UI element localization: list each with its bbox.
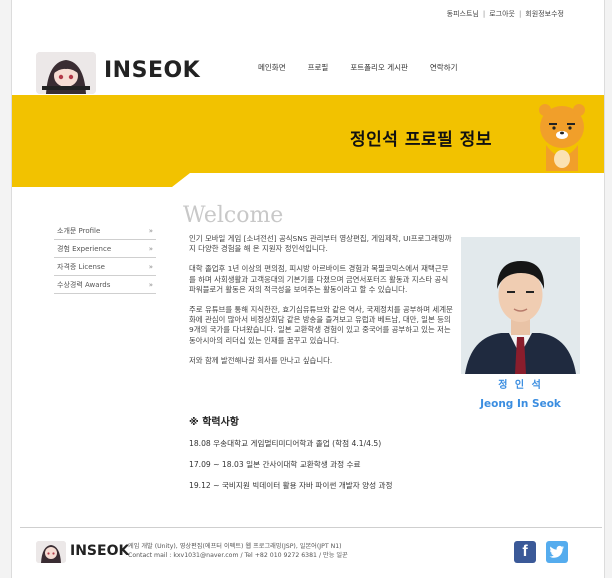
nav-item-home[interactable]: 메인화면 <box>258 62 286 73</box>
profile-photo <box>461 237 580 374</box>
sidebar-item-label: 수상경력 Awards <box>57 280 111 289</box>
intro-paragraph: 대학 졸업후 1년 이상의 편의점, 피시방 아르바이트 경험과 복필코믹스에서… <box>189 264 449 294</box>
logo-avatar[interactable] <box>36 52 96 94</box>
banner <box>12 95 604 187</box>
intro-paragraph: 주로 유튜브를 통해 지식한잔, 효기심유튜브와 같은 역사, 국제정치를 공부… <box>189 305 453 345</box>
page-frame-right <box>604 0 612 578</box>
footer-logo-text: INSEOK <box>70 543 130 559</box>
education-item: 17.09 ~ 18.03 일본 간사이대학 교환학생 과정 수료 <box>189 460 361 469</box>
education-item: 18.08 우송대학교 게임멀티미디어학과 졸업 (학점 4.1/4.5) <box>189 439 382 448</box>
logo-text[interactable]: INSEOK <box>104 58 200 83</box>
sidebar-item-experience[interactable]: 경험 Experience » <box>54 240 156 258</box>
footer-logo-avatar <box>36 541 66 563</box>
education-list: 18.08 우송대학교 게임멀티미디어학과 졸업 (학점 4.1/4.5) 17… <box>189 438 393 501</box>
footer-info: 게임 개발 (Unity), 영상편집(에프터 이펙트) 웹 프로그래밍(JSP… <box>128 542 348 560</box>
profile-name-korean: 정 인 석 <box>498 380 543 391</box>
sidebar-item-awards[interactable]: 수상경력 Awards » <box>54 276 156 294</box>
sidebar-item-label: 소개문 Profile <box>57 226 101 235</box>
double-chevron-right-icon: » <box>148 280 153 289</box>
welcome-heading: Welcome <box>183 203 284 228</box>
util-link-logout[interactable]: 로그아웃 <box>489 9 515 19</box>
util-link-user[interactable]: 동피스트님 <box>447 9 479 19</box>
profile-name-english: Jeong In Seok <box>480 398 561 410</box>
util-separator: | <box>519 10 522 18</box>
footer-info-line: 게임 개발 (Unity), 영상편집(에프터 이펙트) 웹 프로그래밍(JSP… <box>128 543 342 550</box>
footer-divider <box>20 527 602 528</box>
double-chevron-right-icon: » <box>148 226 153 235</box>
intro-paragraph: 저와 함께 발전해나갈 회사를 만나고 싶습니다. <box>189 355 333 365</box>
twitter-icon[interactable] <box>546 541 568 563</box>
sidebar-item-license[interactable]: 자격증 License » <box>54 258 156 276</box>
footer-contact-line: Contact mail : kxv1031@naver.com / Tel +… <box>128 552 348 559</box>
twitter-bird-icon <box>549 545 564 558</box>
nav-item-profile[interactable]: 프로필 <box>308 62 329 73</box>
intro-text: 인기 모바일 게임 [소녀전선] 공식SNS 관리부터 영상편집, 게임제작, … <box>189 234 455 376</box>
education-item: 19.12 ~ 국비지원 빅데이터 활용 자바 파이썬 개발자 양성 과정 <box>189 481 393 490</box>
nav-item-portfolio-board[interactable]: 포트폴리오 게시판 <box>350 62 408 73</box>
sidebar-item-profile[interactable]: 소개문 Profile » <box>54 222 156 240</box>
facebook-icon[interactable]: f <box>514 541 536 563</box>
double-chevron-right-icon: » <box>148 244 153 253</box>
main-nav: 메인화면 프로필 포트폴리오 게시판 연락하기 <box>258 62 458 73</box>
util-separator: | <box>482 10 486 18</box>
sidebar-item-label: 경험 Experience <box>57 244 112 253</box>
double-chevron-right-icon: » <box>148 262 153 271</box>
page: 동피스트님 | 로그아웃 | 회원정보수정 INSEOK 메인화면 프로필 포트… <box>0 0 612 578</box>
utility-links: 동피스트님 | 로그아웃 | 회원정보수정 <box>447 9 564 19</box>
sidebar-item-label: 자격증 License <box>57 262 105 271</box>
page-frame-left <box>0 0 12 578</box>
nav-item-contact[interactable]: 연락하기 <box>430 62 458 73</box>
education-heading: ※ 학력사항 <box>189 417 240 428</box>
sidebar: 소개문 Profile » 경험 Experience » 자격증 Licens… <box>54 222 156 294</box>
intro-paragraph: 인기 모바일 게임 [소녀전선] 공식SNS 관리부터 영상편집, 게임제작, … <box>189 234 452 254</box>
util-link-edit-profile[interactable]: 회원정보수정 <box>525 9 564 19</box>
banner-title: 정인석 프로필 정보 <box>350 130 492 150</box>
